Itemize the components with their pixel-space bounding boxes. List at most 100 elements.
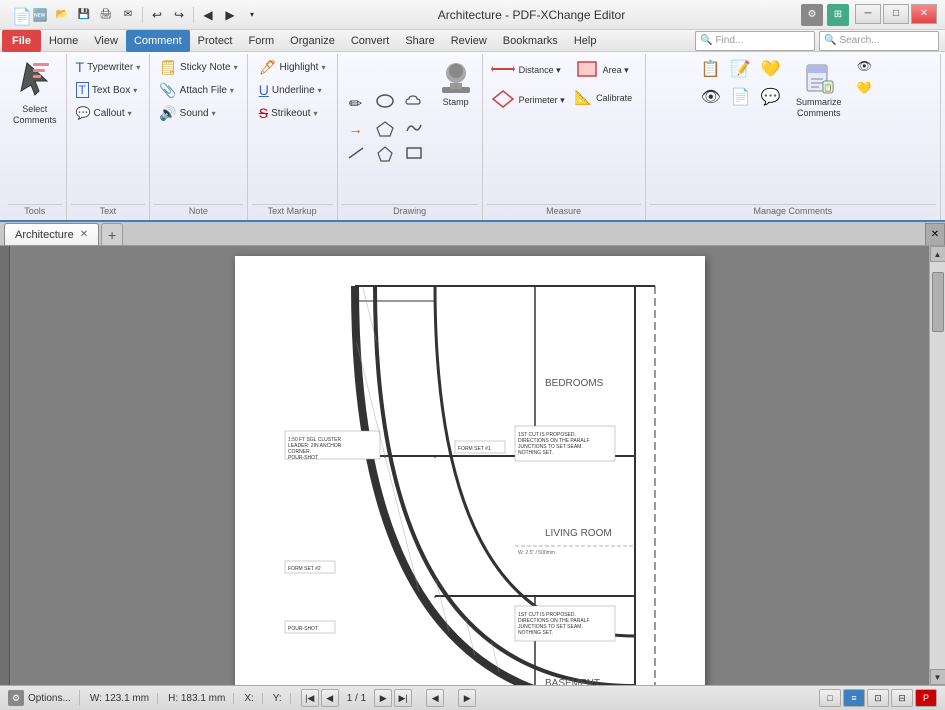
highlight-button[interactable]: 🖊 Highlight ▾ <box>254 56 331 78</box>
find-box[interactable]: 🔍 Find... <box>695 31 815 51</box>
comment-opt[interactable]: 💛 <box>757 56 785 82</box>
menu-review[interactable]: Review <box>443 30 495 52</box>
attach-file-button[interactable]: 📎 Attach File ▾ <box>154 79 242 101</box>
flatten-icon: 📄 <box>731 87 751 107</box>
measure-col1: Distance ▾ Perimeter ▾ <box>487 56 569 114</box>
scroll-down-button[interactable]: ▼ <box>930 669 945 685</box>
polygon-tool[interactable] <box>371 118 399 142</box>
svg-text:LIVING ROOM: LIVING ROOM <box>545 528 612 539</box>
undo-button[interactable]: ↩ <box>147 5 167 25</box>
menu-home[interactable]: Home <box>41 30 86 52</box>
area-button[interactable]: Area ▾ <box>571 56 641 84</box>
reply-icon: 💬 <box>761 87 781 107</box>
menu-bookmarks[interactable]: Bookmarks <box>495 30 566 52</box>
comment-color[interactable]: 💛 <box>853 78 889 98</box>
select-comments-button[interactable]: SelectComments <box>8 56 62 131</box>
redo-button[interactable]: ↪ <box>169 5 189 25</box>
search-box[interactable]: 🔍 Search... <box>819 31 939 51</box>
menu-help[interactable]: Help <box>566 30 605 52</box>
stamp-button[interactable]: Stamp <box>434 56 478 111</box>
rect-tool[interactable] <box>400 143 428 167</box>
status-right-area: □ ≡ ⊡ ⊟ P <box>819 689 937 707</box>
maximize-button[interactable]: □ <box>883 4 909 24</box>
manage-comments-label: Manage Comments <box>650 204 936 218</box>
scroll-up-button[interactable]: ▲ <box>930 246 945 262</box>
width-label: W: 123.1 mm <box>90 693 149 704</box>
menu-view[interactable]: View <box>86 30 126 52</box>
tab-close-button[interactable]: ✕ <box>80 229 88 240</box>
callout-button[interactable]: 💬 Callout ▾ <box>71 102 146 124</box>
scroll-thumb[interactable] <box>932 272 944 332</box>
pdf-sign[interactable]: P <box>915 689 937 707</box>
line-tool[interactable] <box>342 143 370 167</box>
import-comments[interactable]: 📋 <box>697 56 725 82</box>
show-hide-comments[interactable]: 👁 <box>853 56 889 76</box>
qa-dropdown[interactable]: ▾ <box>242 5 262 25</box>
print-button[interactable]: 🖨 <box>96 5 116 25</box>
view-comments[interactable]: 👁 <box>697 84 725 110</box>
svg-text:FORM SET #1: FORM SET #1 <box>458 446 491 452</box>
menu-form[interactable]: Form <box>241 30 283 52</box>
forward-button[interactable]: ▶ <box>220 5 240 25</box>
pentagon-tool[interactable] <box>371 143 399 167</box>
email-button[interactable]: ✉ <box>118 5 138 25</box>
settings-icon[interactable]: ⚙ <box>801 4 823 26</box>
open-button[interactable]: 📂 <box>52 5 72 25</box>
arrow-tool[interactable]: → <box>342 118 370 142</box>
next-page-button[interactable]: ▶ <box>374 689 392 707</box>
export-comments[interactable]: 📝 <box>727 56 755 82</box>
new-button[interactable]: 🆕 <box>30 5 50 25</box>
view-split[interactable]: ⊟ <box>891 689 913 707</box>
settings-icon2[interactable]: ⚙ <box>8 690 24 706</box>
last-page-button[interactable]: ▶| <box>394 689 412 707</box>
history-back-button[interactable]: ◀ <box>426 689 444 707</box>
history-forward-button[interactable]: ▶ <box>458 689 476 707</box>
scroll-track[interactable] <box>930 262 945 669</box>
flatten-comments[interactable]: 📄 <box>727 84 755 110</box>
save-button[interactable]: 💾 <box>74 5 94 25</box>
cloud-tool[interactable] <box>400 91 428 117</box>
pencil-tool[interactable]: ✏ <box>342 91 370 117</box>
ellipse-tool[interactable] <box>371 91 399 117</box>
measure-label: Measure <box>487 204 641 218</box>
strikeout-button[interactable]: S Strikeout ▾ <box>254 102 331 124</box>
view-single-page[interactable]: □ <box>819 689 841 707</box>
summarize-label: SummarizeComments <box>796 97 842 119</box>
first-page-button[interactable]: |◀ <box>301 689 319 707</box>
sticky-note-button[interactable]: 🗒 Sticky Note ▾ <box>154 56 242 78</box>
close-button[interactable]: ✕ <box>911 4 937 24</box>
summarize-comments-button[interactable]: 📋 SummarizeComments <box>791 56 847 122</box>
vertical-scrollbar[interactable]: ▲ ▼ <box>929 246 945 685</box>
architecture-tab[interactable]: Architecture ✕ <box>4 223 99 245</box>
perimeter-button[interactable]: Perimeter ▾ <box>487 86 569 114</box>
menu-organize[interactable]: Organize <box>282 30 343 52</box>
view-two-page[interactable]: ⊡ <box>867 689 889 707</box>
calibrate-button[interactable]: 📐 Calibrate <box>571 86 641 109</box>
close-doc-button[interactable]: ✕ <box>925 223 945 245</box>
menu-file[interactable]: File <box>2 30 41 52</box>
manage-grid: 📋 📝 💛 👁 📄 💬 <box>697 56 785 110</box>
menu-convert[interactable]: Convert <box>343 30 398 52</box>
menu-share[interactable]: Share <box>397 30 442 52</box>
page-navigation: |◀ ◀ 1 / 1 ▶ ▶| <box>301 689 412 707</box>
menu-bar: File Home View Comment Protect Form Orga… <box>0 30 945 52</box>
distance-button[interactable]: Distance ▾ <box>487 56 569 84</box>
text-box-button[interactable]: T Text Box ▾ <box>71 79 146 101</box>
options-label[interactable]: Options... <box>28 693 71 704</box>
grid-icon[interactable]: ⊞ <box>827 4 849 26</box>
prev-page-button[interactable]: ◀ <box>321 689 339 707</box>
reply-comments[interactable]: 💬 <box>757 84 785 110</box>
menu-protect[interactable]: Protect <box>190 30 241 52</box>
add-tab-button[interactable]: + <box>101 223 123 245</box>
menu-comment[interactable]: Comment <box>126 30 190 52</box>
typewriter-button[interactable]: T Typewriter ▾ <box>71 56 146 78</box>
freehand-tool[interactable] <box>400 118 428 142</box>
underline-button[interactable]: U Underline ▾ <box>254 79 331 101</box>
x-section: X: <box>244 693 262 704</box>
text-markup-content: 🖊 Highlight ▾ U Underline ▾ S Strikeout … <box>254 56 331 202</box>
back-button[interactable]: ◀ <box>198 5 218 25</box>
minimize-button[interactable]: ─ <box>855 4 881 24</box>
ribbon-group-text-markup: 🖊 Highlight ▾ U Underline ▾ S Strikeout … <box>248 54 338 220</box>
view-continuous[interactable]: ≡ <box>843 689 865 707</box>
sound-button[interactable]: 🔊 Sound ▾ <box>154 102 242 124</box>
